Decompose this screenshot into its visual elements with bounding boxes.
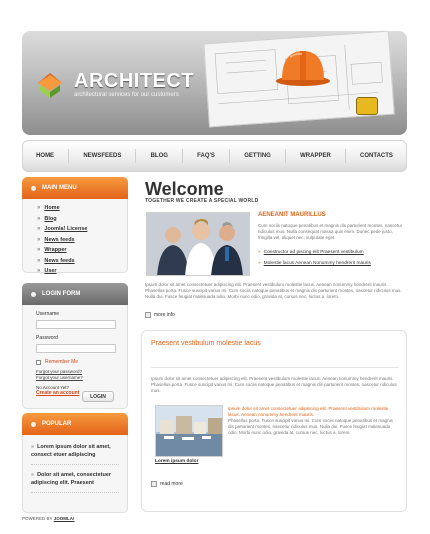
main-menu-block: MAIN MENU Home Blog Joomla! License News… [22,177,128,274]
login-form-title: LOGIN FORM [42,291,81,297]
nav-divider [344,149,346,163]
menu-item-news-feeds-2[interactable]: News feeds [37,258,127,269]
bullet-icon [31,421,36,427]
read-more-label: read more [160,481,183,487]
intro-links: Constructor ad piscing elit Praesent ves… [258,250,408,272]
remember-checkbox[interactable] [36,359,41,365]
forgot-username-link[interactable]: Forgot your username? [36,375,127,381]
nav-divider [284,149,286,163]
password-label: Password [36,335,58,341]
nav-item-wrapper[interactable]: WRAPPER [300,153,331,159]
remember-label: Remember Me [45,359,79,365]
login-form-block: LOGIN FORM Username Password Remember Me… [22,283,128,409]
menu-item-user[interactable]: User [37,268,127,279]
welcome-paragraph: Ipsum dolor sit amet consectetuer adipis… [145,282,402,299]
nav-item-home[interactable]: HOME [36,153,54,159]
article-paragraph: Ipsum dolor sit amet consectetuer adipis… [151,376,397,393]
read-more-link[interactable]: read more [151,481,183,487]
nav-divider [68,149,70,163]
popular-title: POPULAR [42,421,72,427]
main-menu-body: Home Blog Joomla! License News feeds Wra… [22,199,128,274]
site-header: ARCHITECT architectural services for our… [22,31,407,135]
nav-item-contacts[interactable]: CONTACTS [360,153,393,159]
house-logo-icon [38,73,62,98]
nav-divider [182,149,184,163]
team-photo [146,212,250,276]
nav-item-getting[interactable]: GETTING [244,153,271,159]
article-block: Praesent vestibulum molestie lacus Ipsum… [141,330,407,512]
nav-item-newsfeeds[interactable]: NEWSFEEDS [83,153,121,159]
intro-text: Cum sociis natoque penatibus et magnis d… [258,223,403,240]
hard-hat-icon [276,51,330,86]
popular-header: POPULAR [22,413,128,435]
menu-item-news-feeds[interactable]: News feeds [37,237,127,248]
page-tagline: TOGETHER WE CREATE A SPECIAL WORLD [145,198,259,204]
page-title: Welcome [145,179,224,199]
main-menu-header: MAIN MENU [22,177,128,199]
remember-me[interactable]: Remember Me [36,359,127,365]
site-footer: POWERED BY JOOMLA! [22,516,74,521]
menu-item-license[interactable]: Joomla! License [37,226,127,237]
popular-body: Lorem ipsum dolor sit amet, consect etue… [22,435,128,513]
nav-divider [229,149,231,163]
article-highlight: Ipsum dolor sit amet consectetuer adipis… [228,406,389,417]
article-body: Phasellus porta. Fusce suscipit varius m… [228,418,393,435]
popular-item[interactable]: Lorem ipsum dolor sit amet, consect etue… [31,437,119,465]
more-info-link[interactable]: more info [145,312,175,318]
login-form-header: LOGIN FORM [22,283,128,305]
article-divider [151,367,399,368]
main-menu-title: MAIN MENU [42,185,77,191]
intro-link[interactable]: Molestie lacus Aenean Nonummy hendrerit … [258,261,408,266]
harbor-photo [155,405,223,457]
bullet-icon [31,291,36,297]
menu-item-wrapper[interactable]: Wrapper [37,247,127,258]
bullet-icon [31,185,36,191]
menu-item-blog[interactable]: Blog [37,216,127,227]
login-button[interactable]: LOGIN [82,391,114,402]
intro-heading: AENEANIT MAURILLUS [258,212,326,218]
username-input[interactable] [36,320,116,329]
article-title[interactable]: Praesent vestibulum molestie lacus [151,340,261,347]
tape-measure-icon [356,97,378,115]
nav-divider [135,149,137,163]
main-navigation: HOME NEWSFEEDS BLOG FAQ'S GETTING WRAPPE… [22,140,407,172]
intro-link[interactable]: Constructor ad piscing elit Praesent ves… [258,250,408,255]
menu-item-home[interactable]: Home [37,205,127,216]
logo-subtitle: architectural services for our customers [74,92,179,98]
more-info-label: more info [154,312,175,318]
password-input[interactable] [36,344,116,353]
popular-block: POPULAR Lorem ipsum dolor sit amet, cons… [22,413,128,513]
photo-caption[interactable]: Lorem ipsum dolor [155,459,198,464]
footer-brand-link[interactable]: JOOMLA! [54,516,75,521]
popular-item[interactable]: Dolor sit amet, consectetuer adipiscing … [31,465,119,493]
powered-by-text: POWERED BY [22,516,53,521]
document-icon [151,481,157,487]
username-label: Username [36,311,60,317]
logo-title[interactable]: ARCHITECT [74,70,194,93]
nav-item-blog[interactable]: BLOG [151,153,168,159]
article-side-text: Ipsum dolor sit amet consectetuer adipis… [228,406,398,436]
document-icon [145,312,151,318]
nav-item-faqs[interactable]: FAQ'S [197,153,215,159]
